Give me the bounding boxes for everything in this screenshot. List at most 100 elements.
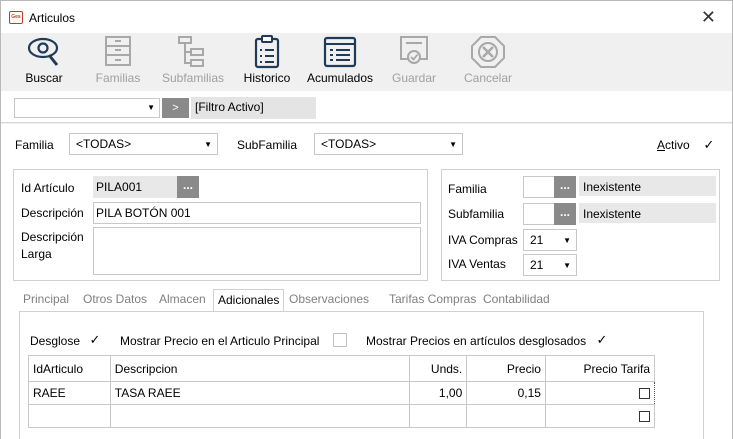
desglose-checkbox[interactable]: ✓ [88,333,102,347]
column-header-descripcion[interactable]: Descripcion [109,355,410,382]
familias-button[interactable]: Familias [89,33,147,89]
window-title: Articulos [29,11,76,25]
table-row[interactable] [28,404,656,428]
iva-compras-select[interactable]: 21 ▼ [523,229,577,251]
chevron-down-icon: ▼ [563,236,571,245]
hierarchy-icon [178,36,204,67]
id-articulo-field[interactable]: PILA001 [93,176,177,198]
id-articulo-lookup-button[interactable]: ... [177,176,199,198]
article-panel: Id Artículo PILA001 ... Descripción PILA… [13,169,428,281]
tab-adicionales[interactable]: Adicionales [213,289,285,311]
subfamilias-button[interactable]: Subfamilias [157,33,229,89]
descripcion-larga-label-2: Larga [21,247,52,261]
column-header-precio[interactable]: Precio [466,355,546,382]
column-header-precio-tarifa[interactable]: Precio Tarifa [544,355,656,382]
cell-precio-tarifa[interactable] [544,381,656,405]
iva-compras-label: IVA Compras [448,233,518,247]
tab-contabilidad[interactable]: Contabilidad [479,289,554,311]
familia-name: Inexistente [579,176,716,196]
acumulados-button[interactable]: Acumulados [303,33,377,89]
historico-button[interactable]: Historico [239,33,295,89]
main-content: Familia <TODAS> ▼ SubFamilia <TODAS> ▼ A… [1,124,732,439]
iva-ventas-value: 21 [530,258,544,272]
title-bar: Ges Articulos ✕ [1,1,732,33]
desglose-label: Desglose [30,334,81,348]
column-header-unds[interactable]: Unds. [408,355,468,382]
buscar-button[interactable]: Buscar [13,33,75,89]
cell-unds[interactable] [408,404,468,428]
buscar-label: Buscar [25,71,63,85]
descripcion-field[interactable]: PILA BOTÓN 001 [93,202,421,224]
descripcion-larga-label-1: Descripción [21,230,84,244]
tab-almacen[interactable]: Almacen [155,289,210,311]
familia-field[interactable] [523,176,555,198]
mostrar-precios-checkbox[interactable]: ✓ [595,333,609,347]
id-articulo-label: Id Artículo [21,181,75,195]
chevron-down-icon: ▼ [449,140,457,149]
cell-idarticulo[interactable] [28,404,111,428]
filter-status: [Filtro Activo] [191,97,316,119]
familia-lookup-button[interactable]: ... [554,176,576,198]
cell-precio[interactable]: 0,15 [466,381,546,405]
desglose-grid: IdArticulo Descripcion Unds. Precio Prec… [28,355,656,428]
cell-precio[interactable] [466,404,546,428]
familia-filter-select[interactable]: <TODAS> ▼ [69,133,218,155]
cell-descripcion[interactable] [109,404,410,428]
drawers-icon [105,36,131,66]
mostrar-precio-label: Mostrar Precio en el Articulo Principal [120,334,320,348]
chevron-down-icon: ▼ [563,261,571,270]
cell-unds[interactable]: 1,00 [408,381,468,405]
tab-otros-datos[interactable]: Otros Datos [79,289,151,311]
precio-tarifa-checkbox[interactable] [639,388,650,400]
column-header-idarticulo[interactable]: IdArticulo [28,355,111,382]
descripcion-label: Descripción [21,206,84,220]
subfamilias-label: Subfamilias [161,71,225,85]
precio-tarifa-checkbox[interactable] [639,411,650,423]
tab-observaciones[interactable]: Observaciones [285,289,373,311]
articulos-window: Ges Articulos ✕ Buscar Familias Subfamil… [0,0,733,439]
familias-label: Familias [95,71,141,85]
subfamilia-name: Inexistente [579,203,716,223]
search-eye-icon [27,37,59,66]
cell-precio-tarifa[interactable] [544,404,656,428]
subfamilia-filter-label: SubFamilia [237,138,298,152]
cancel-icon [471,36,505,68]
familia-filter-value: <TODAS> [76,137,132,151]
chevron-down-icon: ▼ [147,103,155,112]
iva-ventas-label: IVA Ventas [448,257,506,271]
cell-idarticulo[interactable]: RAEE [28,381,111,405]
iva-ventas-select[interactable]: 21 ▼ [523,254,577,276]
subfamilia-field[interactable] [523,203,555,225]
grid-header-row: IdArticulo Descripcion Unds. Precio Prec… [28,355,656,382]
descripcion-larga-field[interactable] [93,227,421,275]
acumulados-label: Acumulados [306,71,374,85]
table-row[interactable]: RAEE TASA RAEE 1,00 0,15 [28,381,656,405]
tab-tarifas-compras[interactable]: Tarifas Compras [385,289,480,311]
cancelar-button[interactable]: Cancelar [459,33,517,89]
chevron-down-icon: ▼ [204,140,212,149]
familia-label: Familia [448,182,487,196]
filter-bar: ▼ > [Filtro Activo] [1,91,732,123]
activo-label: Activo [657,138,690,152]
cell-descripcion[interactable]: TASA RAEE [109,381,410,405]
subfamilia-label: Subfamilia [448,207,505,221]
guardar-button[interactable]: Guardar [387,33,441,89]
mostrar-precio-checkbox[interactable] [333,333,347,347]
filter-select[interactable]: ▼ [14,98,160,118]
subfamilia-filter-select[interactable]: <TODAS> ▼ [314,133,463,155]
guardar-label: Guardar [391,71,437,85]
cancelar-label: Cancelar [463,71,513,85]
familia-filter-label: Familia [15,138,54,152]
classification-panel: Familia ... Inexistente Subfamilia ... I… [441,169,720,281]
mostrar-precios-label: Mostrar Precios en artículos desglosados [366,334,587,348]
tab-principal[interactable]: Principal [19,289,73,311]
certificate-icon [400,36,428,64]
subfamilia-lookup-button[interactable]: ... [554,203,576,225]
list-icon [323,36,357,68]
app-logo-icon: Ges [9,11,23,24]
subfamilia-filter-value: <TODAS> [321,137,377,151]
toolbar: Buscar Familias Subfamilias Historico Ac… [1,33,732,91]
activo-checkbox[interactable]: ✓ [702,138,716,152]
close-icon[interactable]: ✕ [701,7,716,28]
apply-filter-button[interactable]: > [162,98,189,118]
